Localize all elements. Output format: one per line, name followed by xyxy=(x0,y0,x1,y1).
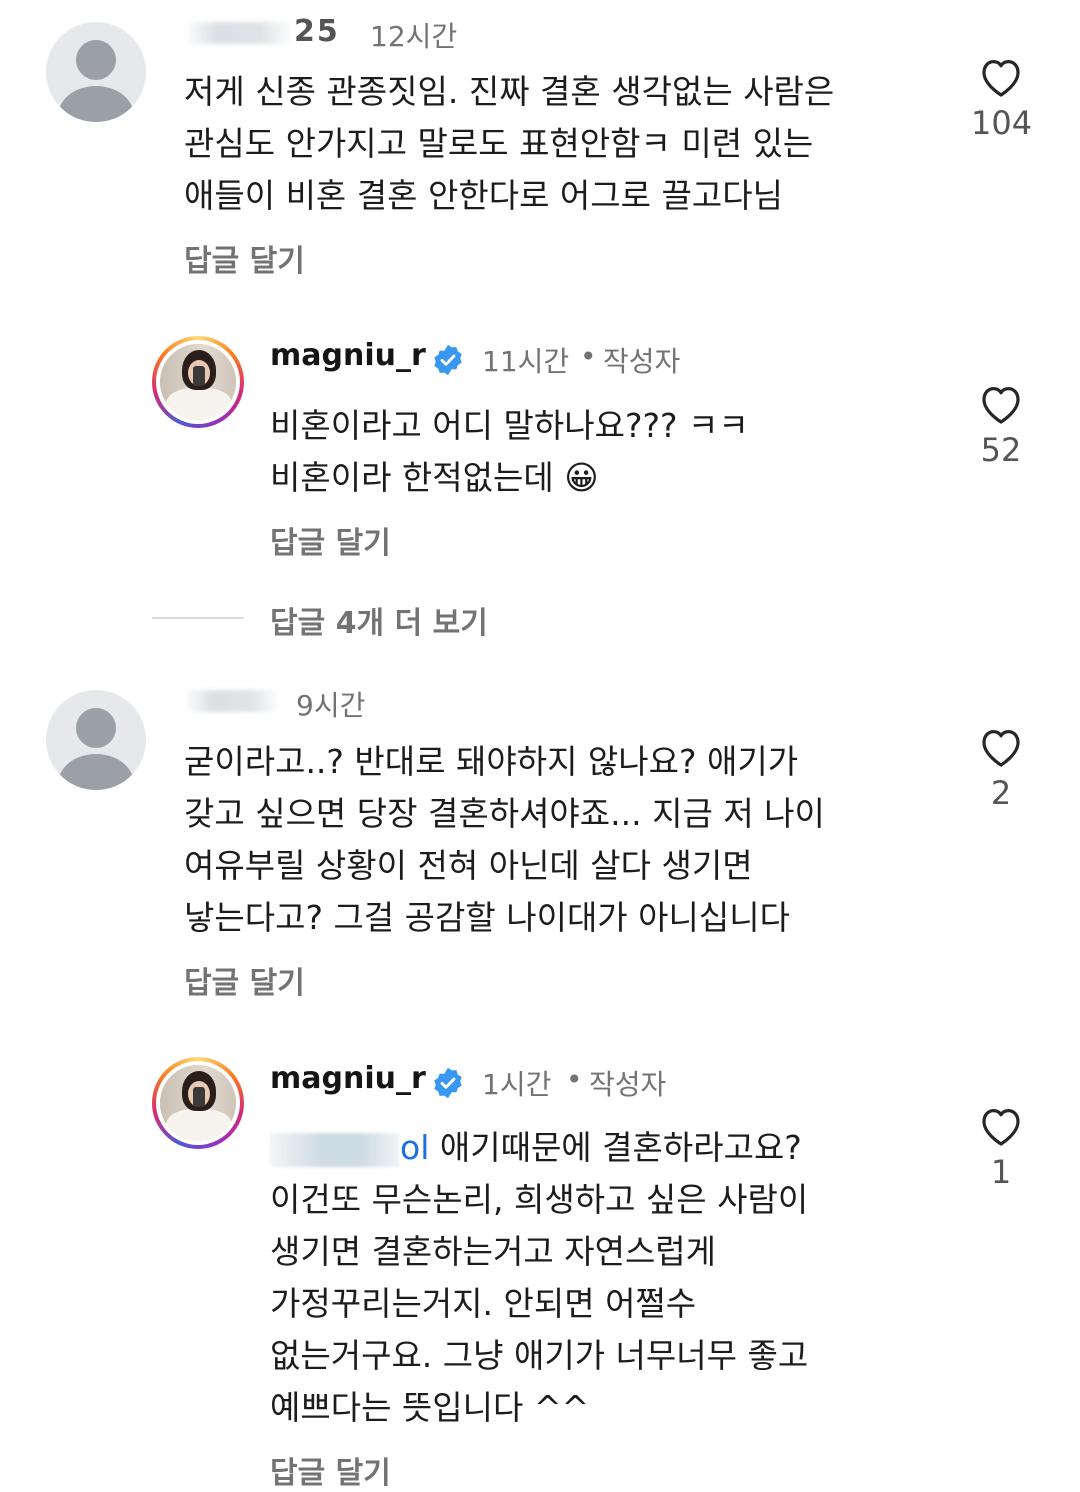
like-button[interactable]: 52 xyxy=(971,381,1031,469)
reply-button[interactable]: 답글 달기 xyxy=(184,236,305,280)
default-avatar-icon[interactable] xyxy=(46,690,146,790)
comment-username[interactable]: 25 xyxy=(184,14,340,49)
view-more-replies-button[interactable]: 답글 4개 더 보기 xyxy=(270,598,488,642)
reply-button[interactable]: 답글 달기 xyxy=(270,1448,391,1492)
masked-username xyxy=(184,21,294,44)
reply-body: 애기때문에 결혼하라고요? 이건또 무슨논리, 희생하고 싶은 사람이 생기면 … xyxy=(270,1128,809,1427)
default-avatar-icon[interactable] xyxy=(46,22,146,122)
dot-separator: • xyxy=(580,340,597,373)
reply-username[interactable]: magniu_r xyxy=(270,1061,426,1096)
reply-button[interactable]: 답글 달기 xyxy=(184,958,305,1002)
comment-time: 12시간 xyxy=(370,20,458,53)
verified-badge-icon xyxy=(434,1067,462,1099)
like-button[interactable]: 1 xyxy=(971,1103,1031,1191)
masked-mention xyxy=(270,1132,400,1167)
author-label: 작성자 xyxy=(603,345,681,378)
heart-outline-icon xyxy=(982,730,1020,767)
heart-outline-icon xyxy=(982,1109,1020,1146)
comment-text: 굳이라고..? 반대로 돼야하지 않나요? 애기가 갖고 싶으면 당장 결혼하셔… xyxy=(184,742,825,937)
like-count: 52 xyxy=(980,431,1022,469)
like-button[interactable]: 2 xyxy=(971,724,1031,812)
reply-text: 비혼이라고 어디 말하나요??? ㅋㅋ 비혼이라 한적없는데 😀 xyxy=(270,406,749,497)
like-button[interactable]: 104 xyxy=(971,54,1033,142)
reply-button[interactable]: 답글 달기 xyxy=(270,518,391,562)
author-avatar[interactable] xyxy=(152,336,244,428)
reply-text: ol 애기때문에 결혼하라고요? 이건또 무슨논리, 희생하고 싶은 사람이 생… xyxy=(270,1122,930,1434)
masked-username xyxy=(184,689,280,712)
like-count: 2 xyxy=(990,774,1012,812)
author-label: 작성자 xyxy=(589,1068,667,1101)
heart-outline-icon xyxy=(982,387,1020,424)
comment-text: 저게 신종 관종짓임. 진짜 결혼 생각없는 사람은 관심도 안가지고 말로도 … xyxy=(184,72,835,215)
reply-time: 11시간 xyxy=(482,345,570,378)
mention-link[interactable]: ol xyxy=(270,1128,429,1167)
like-count: 104 xyxy=(971,104,1033,142)
reply-username[interactable]: magniu_r xyxy=(270,338,426,373)
comment-time: 9시간 xyxy=(296,689,366,722)
more-replies-divider xyxy=(152,617,244,619)
reply-time: 1시간 xyxy=(482,1068,552,1101)
dot-separator: • xyxy=(566,1063,583,1096)
comment-username[interactable] xyxy=(184,682,280,717)
comments-thread: 25 12시간 저게 신종 관종짓임. 진짜 결혼 생각없는 사람은 관심도 안… xyxy=(0,0,1080,1492)
verified-badge-icon xyxy=(434,344,462,376)
author-avatar[interactable] xyxy=(152,1057,244,1149)
like-count: 1 xyxy=(990,1153,1012,1191)
heart-outline-icon xyxy=(982,60,1020,97)
